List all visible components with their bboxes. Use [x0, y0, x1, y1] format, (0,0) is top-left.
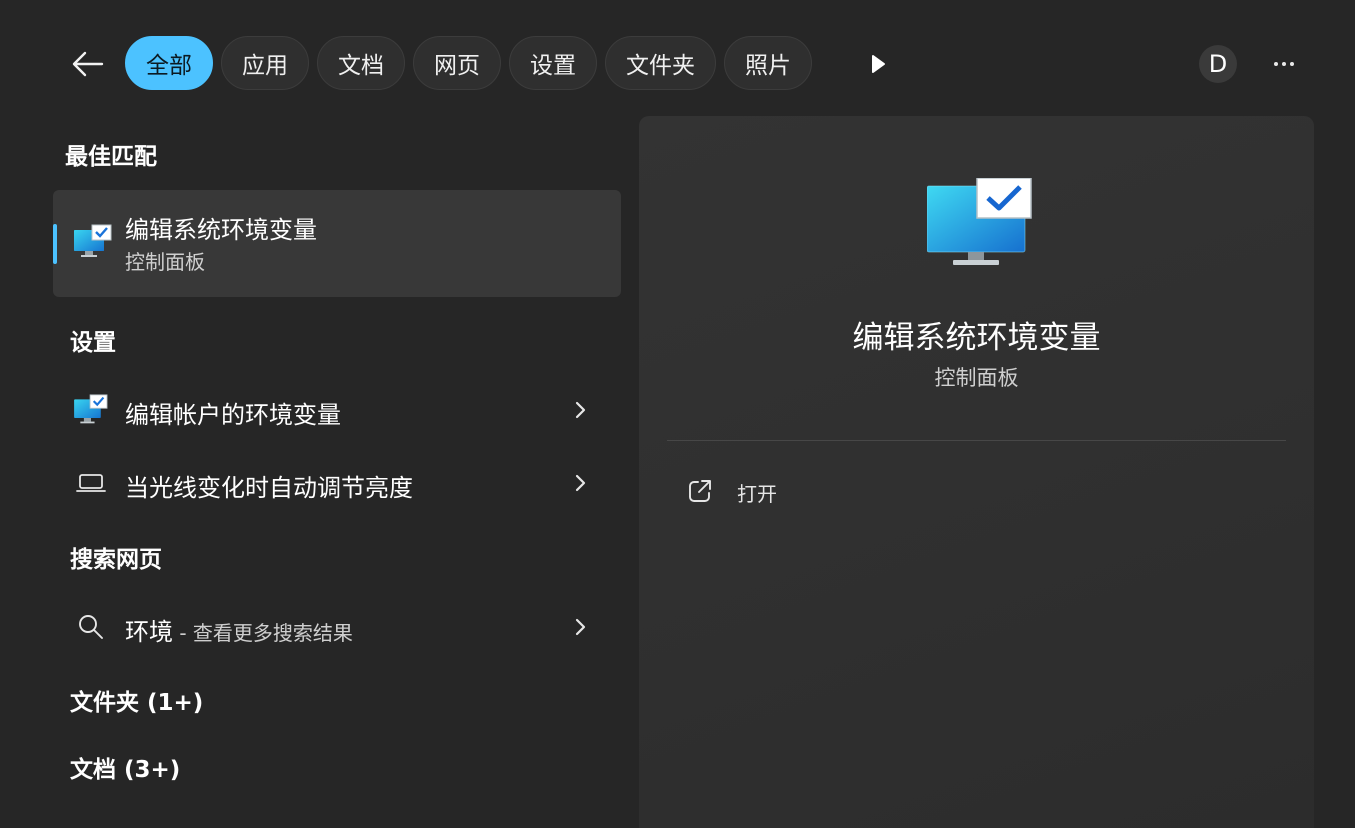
control-panel-monitor-icon	[74, 394, 108, 424]
best-match-title: 编辑系统环境变量	[125, 216, 317, 244]
web-search-label: 环境 - 查看更多搜索结果	[125, 612, 353, 647]
chevron-right-icon	[575, 401, 586, 419]
tab-all[interactable]: 全部	[125, 36, 213, 90]
tab-folders[interactable]: 文件夹	[605, 36, 716, 90]
control-panel-monitor-icon	[927, 178, 1032, 265]
more-icon	[1274, 62, 1278, 66]
best-match-subtitle: 控制面板	[125, 250, 205, 274]
tab-settings[interactable]: 设置	[509, 36, 597, 90]
open-action[interactable]: 打开	[677, 468, 977, 512]
tab-web[interactable]: 网页	[413, 36, 501, 90]
laptop-icon	[76, 474, 106, 492]
open-action-label: 打开	[737, 482, 777, 506]
settings-result-label: 编辑帐户的环境变量	[125, 401, 341, 429]
divider	[667, 440, 1286, 441]
best-match-result[interactable]: 编辑系统环境变量 控制面板	[53, 190, 621, 297]
web-search-query: 环境	[125, 618, 173, 646]
more-options-button[interactable]	[1264, 48, 1304, 80]
play-icon	[872, 55, 885, 73]
more-tabs-button[interactable]	[862, 48, 894, 80]
detail-panel: 编辑系统环境变量 控制面板 打开	[639, 116, 1314, 828]
detail-title: 编辑系统环境变量	[852, 320, 1101, 356]
documents-heading[interactable]: 文档 (3+)	[70, 750, 180, 784]
detail-subtitle: 控制面板	[934, 366, 1019, 390]
search-icon	[79, 615, 103, 639]
control-panel-monitor-icon	[74, 224, 112, 257]
filter-tabs: 全部 应用 文档 网页 设置 文件夹 照片	[125, 36, 812, 90]
settings-heading: 设置	[70, 330, 116, 356]
folders-heading[interactable]: 文件夹 (1+)	[70, 683, 203, 717]
tab-documents[interactable]: 文档	[317, 36, 405, 90]
search-window: 全部 应用 文档 网页 设置 文件夹 照片 D 最佳匹配 编辑系统环境变量 控制…	[0, 0, 1355, 828]
web-search-suffix: - 查看更多搜索结果	[173, 621, 353, 645]
back-button[interactable]	[66, 44, 110, 84]
web-search-result[interactable]: 环境 - 查看更多搜索结果	[53, 599, 621, 655]
selection-indicator	[53, 224, 57, 264]
chevron-right-icon	[575, 618, 586, 636]
best-match-heading: 最佳匹配	[65, 144, 157, 170]
settings-result-auto-brightness[interactable]: 当光线变化时自动调节亮度	[53, 455, 621, 511]
avatar[interactable]: D	[1199, 45, 1237, 83]
chevron-right-icon	[575, 474, 586, 492]
back-arrow-icon	[72, 51, 104, 77]
tab-photos[interactable]: 照片	[724, 36, 812, 90]
tab-apps[interactable]: 应用	[221, 36, 309, 90]
web-search-heading: 搜索网页	[70, 547, 162, 573]
settings-result-label: 当光线变化时自动调节亮度	[125, 474, 413, 502]
open-external-icon	[689, 480, 711, 502]
settings-result-account-env[interactable]: 编辑帐户的环境变量	[53, 382, 621, 438]
